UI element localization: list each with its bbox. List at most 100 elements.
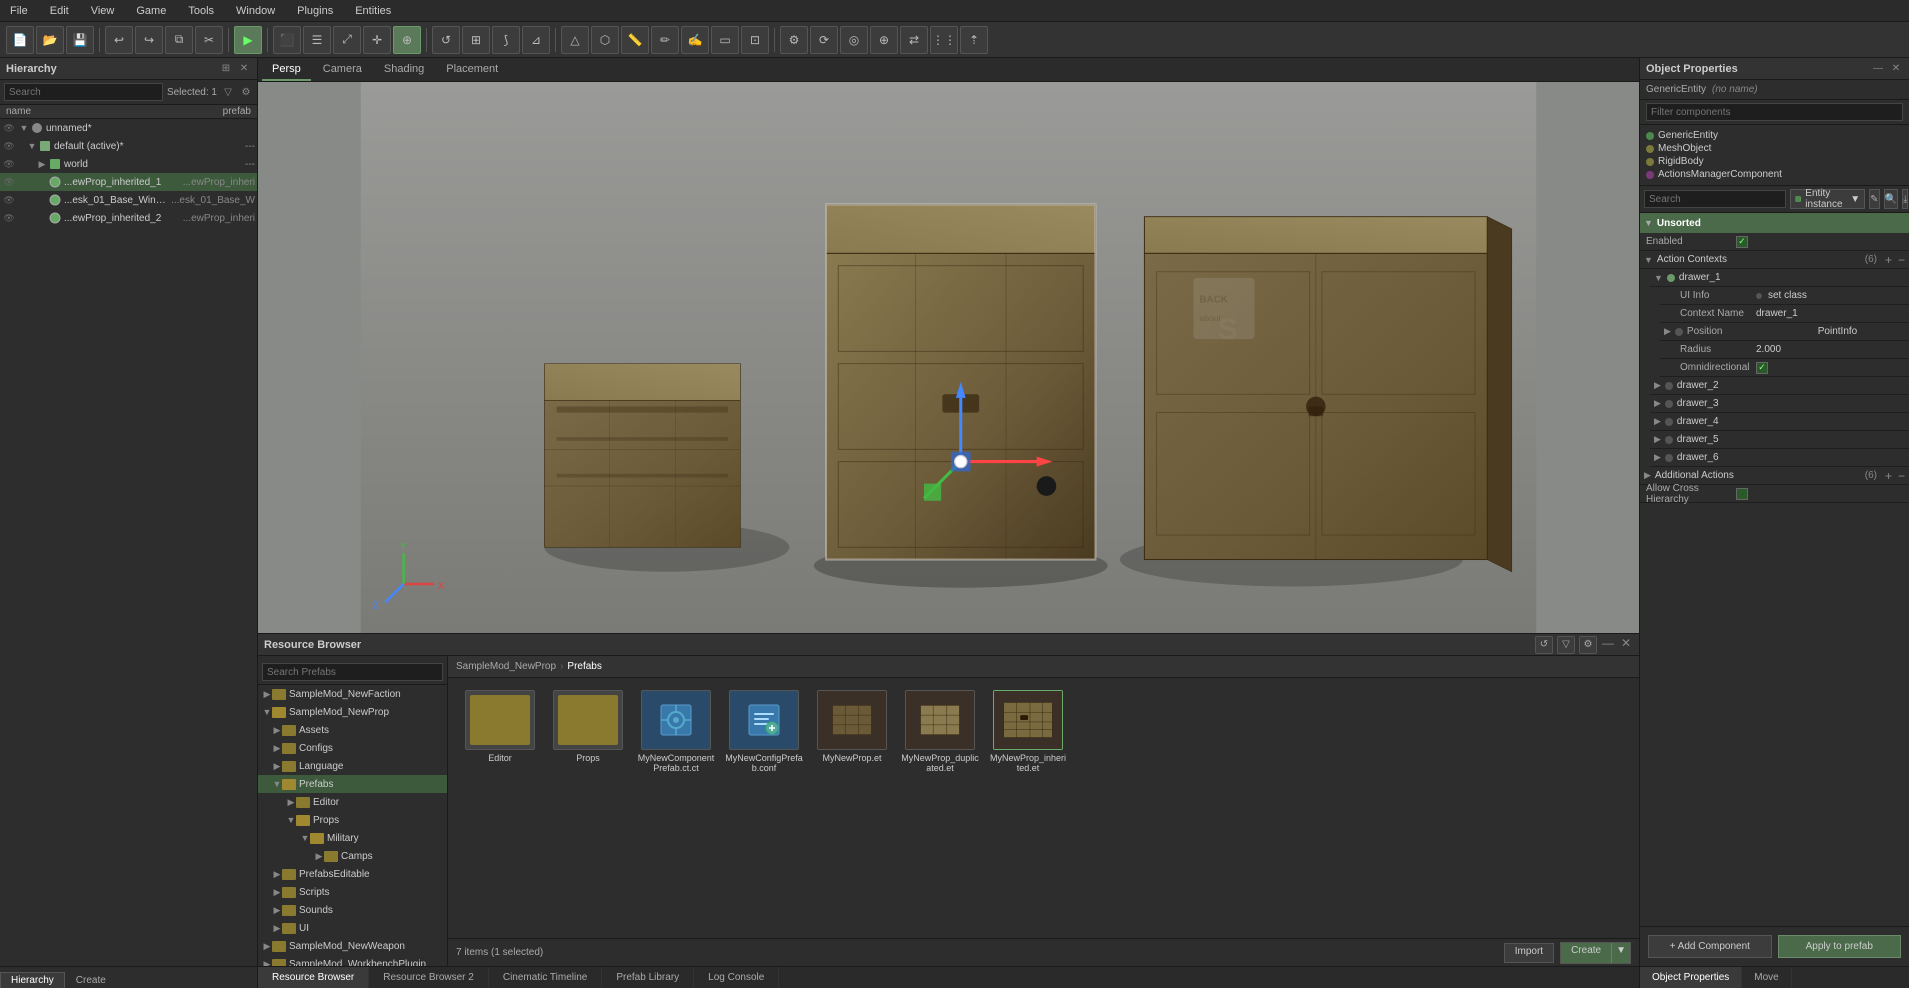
comp-actions-manager[interactable]: ActionsManagerComponent	[1646, 168, 1903, 181]
eye-icon-5[interactable]: 👁	[2, 213, 16, 224]
toolbar-layers[interactable]: ☰	[303, 26, 331, 54]
rb-create-dropdown[interactable]: ▼	[1611, 943, 1630, 963]
rb-search-input[interactable]	[262, 663, 443, 681]
comp-mesh-object[interactable]: MeshObject	[1646, 142, 1903, 155]
tree-arrow-0[interactable]: ▼	[18, 123, 30, 133]
rb-folder-item-props[interactable]: ▼ Props	[258, 811, 447, 829]
menu-game[interactable]: Game	[130, 3, 172, 19]
tab-hierarchy[interactable]: Hierarchy	[0, 972, 65, 988]
file-item-newprop-dup[interactable]: MyNewProp_duplicated.et	[900, 690, 980, 773]
prop-action-contexts[interactable]: ▼ Action Contexts (6) + −	[1640, 251, 1909, 269]
rb-refresh-btn[interactable]: ↺	[1535, 636, 1553, 654]
vp-tab-persp[interactable]: Persp	[262, 58, 311, 81]
toolbar-grid[interactable]: ⟆	[492, 26, 520, 54]
toolbar-gear[interactable]: ⚙	[780, 26, 808, 54]
toolbar-play[interactable]: ▶	[234, 26, 262, 54]
prop-checkbox-cross[interactable]	[1736, 488, 1748, 500]
menu-file[interactable]: File	[4, 3, 34, 19]
add-component-btn[interactable]: + Add Component	[1648, 935, 1772, 958]
rb-folder-item-military[interactable]: ▼ Military	[258, 829, 447, 847]
rp-entity-instance-dropdown[interactable]: Entity instance ▼	[1790, 189, 1865, 209]
prop-drawer-2[interactable]: ▶ drawer_2	[1650, 377, 1909, 395]
hierarchy-item-ewprop1[interactable]: 👁 ...ewProp_inherited_1 ...ewProp_inheri	[0, 173, 257, 191]
hierarchy-icon-1[interactable]: ⊞	[219, 62, 233, 76]
rp-save-btn[interactable]: ⤓	[1902, 189, 1908, 209]
viewport-3d[interactable]: X Y Z BACK about S	[258, 82, 1639, 633]
rb-settings-btn[interactable]: ⚙	[1579, 636, 1597, 654]
rb-folder-item-0[interactable]: ▶ SampleMod_NewFaction	[258, 685, 447, 703]
rb-filter-btn[interactable]: ▽	[1557, 636, 1575, 654]
hierarchy-item-default[interactable]: 👁 ▼ default (active)* ---	[0, 137, 257, 155]
rb-folder-item-sounds[interactable]: ▶ Sounds	[258, 901, 447, 919]
eye-icon-2[interactable]: 👁	[2, 159, 16, 170]
rp-search-btn[interactable]: 🔍	[1884, 189, 1898, 209]
file-item-newprop-inh[interactable]: MyNewProp_inherited.et	[988, 690, 1068, 773]
menu-tools[interactable]: Tools	[182, 3, 220, 19]
menu-window[interactable]: Window	[230, 3, 281, 19]
rp-close-btn[interactable]: ✕	[1889, 62, 1903, 76]
hierarchy-settings-btn[interactable]: ⚙	[239, 85, 253, 99]
btab-resource-browser[interactable]: Resource Browser	[258, 967, 369, 988]
prop-section-unsorted[interactable]: ▼ Unsorted	[1640, 213, 1909, 233]
prop-checkbox-omni[interactable]	[1756, 362, 1768, 374]
rb-folder-item-scripts[interactable]: ▶ Scripts	[258, 883, 447, 901]
btab-cinematic[interactable]: Cinematic Timeline	[489, 967, 602, 988]
menu-entities[interactable]: Entities	[349, 3, 397, 19]
eye-icon-3[interactable]: 👁	[2, 177, 16, 188]
toolbar-arrows-2[interactable]: ⇄	[900, 26, 928, 54]
hierarchy-item-world[interactable]: 👁 ▶ world ---	[0, 155, 257, 173]
toolbar-copy[interactable]: ⧉	[165, 26, 193, 54]
toolbar-arrows[interactable]: ⤢	[333, 26, 361, 54]
rb-folder-item-language[interactable]: ▶ Language	[258, 757, 447, 775]
apply-to-prefab-btn[interactable]: Apply to prefab	[1778, 935, 1902, 958]
toolbar-undo[interactable]: ↩	[105, 26, 133, 54]
file-item-newcomponent[interactable]: MyNewComponentPrefab.ct.ct	[636, 690, 716, 773]
comp-rigid-body[interactable]: RigidBody	[1646, 155, 1903, 168]
prop-drawer-1[interactable]: ▼ drawer_1	[1650, 269, 1909, 287]
toolbar-open[interactable]: 📂	[36, 26, 64, 54]
breadcrumb-root[interactable]: SampleMod_NewProp	[456, 661, 556, 672]
prop-drawer-5[interactable]: ▶ drawer_5	[1650, 431, 1909, 449]
toolbar-settings2[interactable]: ⋮⋮	[930, 26, 958, 54]
toolbar-pencil[interactable]: ✍	[681, 26, 709, 54]
hierarchy-item-esk[interactable]: 👁 ...esk_01_Base_Wing_1 ...esk_01_Base_W	[0, 191, 257, 209]
toolbar-export[interactable]: ⇡	[960, 26, 988, 54]
rb-folder-item-weapon[interactable]: ▶ SampleMod_NewWeapon	[258, 937, 447, 955]
additional-actions-add[interactable]: +	[1885, 469, 1892, 483]
rb-import-btn[interactable]: Import	[1504, 943, 1554, 963]
rb-folder-item-1[interactable]: ▼ SampleMod_NewProp	[258, 703, 447, 721]
file-item-props[interactable]: Props	[548, 690, 628, 773]
toolbar-measure[interactable]: ⊿	[522, 26, 550, 54]
file-item-newconfig[interactable]: MyNewConfigPrefab.conf	[724, 690, 804, 773]
action-contexts-minus[interactable]: −	[1898, 253, 1905, 267]
rb-folder-item-configs[interactable]: ▶ Configs	[258, 739, 447, 757]
menu-view[interactable]: View	[85, 3, 121, 19]
prop-drawer-3[interactable]: ▶ drawer_3	[1650, 395, 1909, 413]
file-item-newprop[interactable]: MyNewProp.et	[812, 690, 892, 773]
tab-create[interactable]: Create	[65, 972, 117, 988]
rb-folder-item-camps[interactable]: ▶ Camps	[258, 847, 447, 865]
toolbar-cut[interactable]: ✂	[195, 26, 223, 54]
rb-folder-item-prefabseditable[interactable]: ▶ PrefabsEditable	[258, 865, 447, 883]
toolbar-redo[interactable]: ↪	[135, 26, 163, 54]
eye-icon-1[interactable]: 👁	[2, 141, 16, 152]
toolbar-globe[interactable]: ⊕	[870, 26, 898, 54]
menu-edit[interactable]: Edit	[44, 3, 75, 19]
toolbar-move[interactable]: ✛	[363, 26, 391, 54]
hierarchy-item-unnamed[interactable]: 👁 ▼ unnamed*	[0, 119, 257, 137]
toolbar-move2[interactable]: ⊕	[393, 26, 421, 54]
toolbar-triangle[interactable]: △	[561, 26, 589, 54]
toolbar-cube[interactable]: ⬛	[273, 26, 301, 54]
toolbar-camera-ortho[interactable]: ◎	[840, 26, 868, 54]
vp-tab-placement[interactable]: Placement	[436, 58, 508, 81]
toolbar-hexagon[interactable]: ⬡	[591, 26, 619, 54]
tree-arrow-1[interactable]: ▼	[26, 141, 38, 151]
rp-edit-btn[interactable]: ✎	[1869, 189, 1879, 209]
hierarchy-item-ewprop2[interactable]: 👁 ...ewProp_inherited_2 ...ewProp_inheri	[0, 209, 257, 227]
btab-log-console[interactable]: Log Console	[694, 967, 779, 988]
eye-icon-4[interactable]: 👁	[2, 195, 16, 206]
prop-drawer-4[interactable]: ▶ drawer_4	[1650, 413, 1909, 431]
prop-checkbox-enabled[interactable]	[1736, 236, 1748, 248]
toolbar-new[interactable]: 📄	[6, 26, 34, 54]
hierarchy-filter-btn[interactable]: ▽	[221, 85, 235, 99]
